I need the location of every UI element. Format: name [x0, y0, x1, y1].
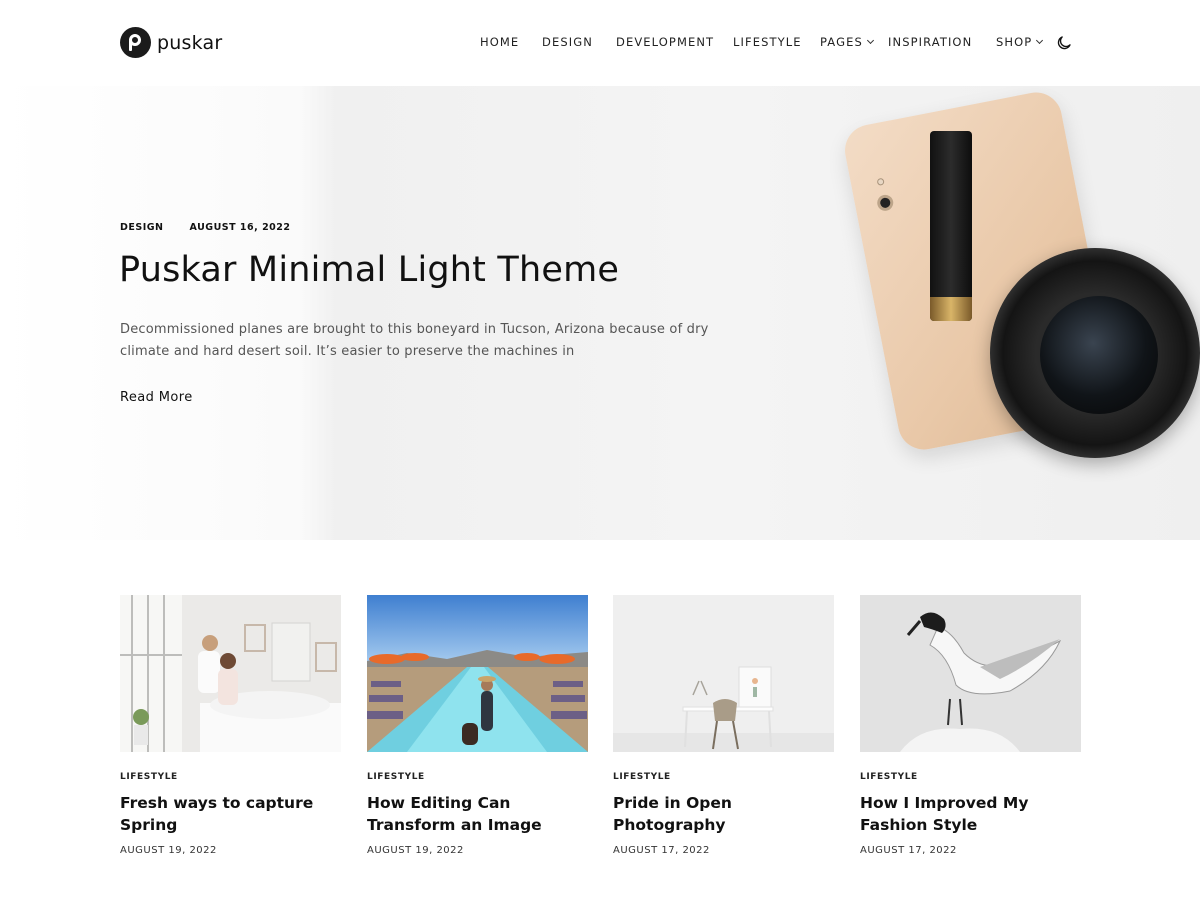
post-category[interactable]: LIFESTYLE — [613, 772, 671, 782]
nav-item-label: DEVELOPMENT — [616, 35, 715, 49]
phone-flash-icon — [876, 177, 885, 186]
pool-resort-photo[interactable] — [367, 595, 588, 752]
moon-icon[interactable] — [1055, 34, 1073, 52]
post-card: LIFESTYLE How Editing Can Transform an I… — [367, 595, 588, 856]
site-header: puskar HOME DESIGN DEVELOPMENT LIFESTYLE… — [0, 0, 1200, 86]
read-more-link[interactable]: Read More — [120, 390, 193, 405]
nav-item-development[interactable]: DEVELOPMENT — [616, 35, 714, 49]
nav-item-label: PAGES — [820, 35, 863, 49]
tern-bird-photo[interactable] — [860, 595, 1081, 752]
post-card: LIFESTYLE Fresh ways to capture Spring A… — [120, 595, 341, 856]
phone-camera-icon — [875, 193, 895, 213]
post-date: AUGUST 19, 2022 — [367, 845, 464, 856]
hero-category[interactable]: DESIGN — [120, 222, 164, 233]
lipstick-illustration — [930, 131, 972, 321]
post-category[interactable]: LIFESTYLE — [367, 772, 425, 782]
nav-item-inspiration[interactable]: INSPIRATION — [888, 35, 972, 49]
post-title[interactable]: How I Improved My Fashion Style — [860, 792, 1081, 836]
nav-item-label: DESIGN — [542, 35, 593, 49]
post-card: LIFESTYLE How I Improved My Fashion Styl… — [860, 595, 1081, 856]
camera-lens-glass — [1040, 296, 1158, 414]
post-date: AUGUST 19, 2022 — [120, 845, 217, 856]
hero-featured-post: DESIGN AUGUST 16, 2022 Puskar Minimal Li… — [0, 86, 1200, 540]
post-date: AUGUST 17, 2022 — [613, 845, 710, 856]
chevron-down-icon — [866, 36, 874, 45]
post-category[interactable]: LIFESTYLE — [860, 772, 918, 782]
post-title[interactable]: Fresh ways to capture Spring — [120, 792, 341, 836]
main-nav: HOME DESIGN DEVELOPMENT LIFESTYLE PAGES … — [0, 35, 1200, 53]
post-date: AUGUST 17, 2022 — [860, 845, 957, 856]
post-grid: LIFESTYLE Fresh ways to capture Spring A… — [0, 540, 1200, 900]
minimal-desk-photo[interactable] — [613, 595, 834, 752]
hero-meta: DESIGN AUGUST 16, 2022 — [120, 222, 291, 233]
hero-excerpt: Decommissioned planes are brought to thi… — [120, 322, 709, 359]
nav-item-lifestyle[interactable]: LIFESTYLE — [733, 35, 802, 49]
nav-item-design[interactable]: DESIGN — [542, 35, 593, 49]
hero-date: AUGUST 16, 2022 — [189, 222, 291, 233]
post-category[interactable]: LIFESTYLE — [120, 772, 178, 782]
couple-bedroom-photo[interactable] — [120, 595, 341, 752]
nav-item-label: INSPIRATION — [888, 35, 973, 49]
post-title[interactable]: How Editing Can Transform an Image — [367, 792, 588, 836]
nav-item-pages[interactable]: PAGES — [820, 35, 874, 49]
nav-item-label: HOME — [480, 35, 520, 49]
nav-item-shop[interactable]: SHOP — [996, 35, 1044, 49]
lipstick-cap — [930, 297, 972, 321]
post-title[interactable]: Pride in Open Photography — [613, 792, 834, 836]
nav-item-label: LIFESTYLE — [733, 35, 802, 49]
chevron-down-icon — [1036, 36, 1044, 45]
hero-title[interactable]: Puskar Minimal Light Theme — [119, 250, 619, 290]
nav-item-home[interactable]: HOME — [480, 35, 519, 49]
post-card: LIFESTYLE Pride in Open Photography AUGU… — [613, 595, 834, 856]
nav-item-label: SHOP — [996, 35, 1033, 49]
